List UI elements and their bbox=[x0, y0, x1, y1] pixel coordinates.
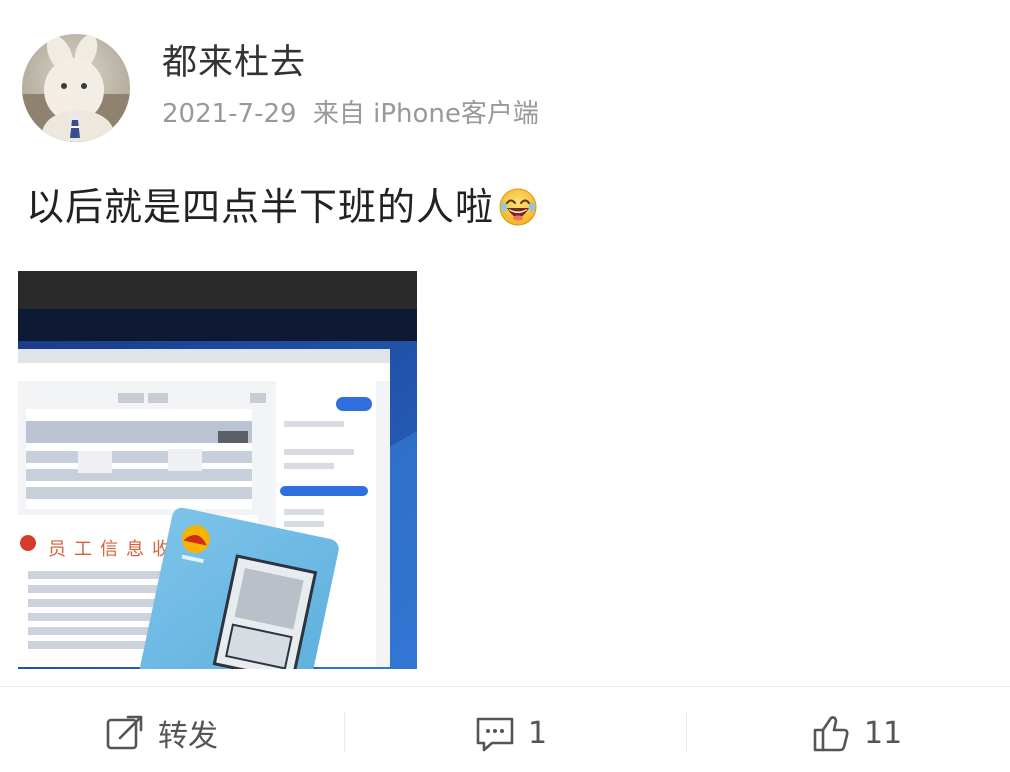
weibo-post: 都来杜去 2021-7-29 来自 iPhone客户端 以后就是四点半下班的人啦 bbox=[0, 0, 1010, 772]
avatar[interactable] bbox=[22, 34, 130, 142]
post-text: 以后就是四点半下班的人啦 bbox=[26, 185, 495, 229]
laughing-face-icon bbox=[499, 188, 537, 226]
comment-button[interactable]: 1 bbox=[474, 710, 547, 756]
post-photo[interactable]: 员工信息收 bbox=[18, 271, 417, 669]
like-count: 11 bbox=[864, 715, 903, 751]
bunny-avatar-icon bbox=[22, 34, 130, 142]
like-button[interactable]: 11 bbox=[810, 710, 902, 756]
post-date: 2021-7-29 bbox=[162, 99, 297, 129]
comment-icon bbox=[476, 717, 514, 752]
post-text-row: 以后就是四点半下班的人啦 bbox=[26, 180, 538, 234]
author-name[interactable]: 都来杜去 bbox=[162, 38, 306, 88]
post-source: 来自 iPhone客户端 bbox=[312, 99, 539, 129]
action-divider bbox=[686, 712, 687, 752]
repost-label: 转发 bbox=[158, 719, 218, 754]
footer-divider bbox=[0, 686, 1010, 687]
repost-icon bbox=[106, 715, 143, 750]
action-divider bbox=[344, 712, 345, 752]
svg-text:员工信息收: 员工信息收 bbox=[48, 539, 178, 560]
office-monitor-photo: 员工信息收 bbox=[18, 271, 417, 669]
comment-count: 1 bbox=[528, 715, 548, 751]
post-meta: 2021-7-29 来自 iPhone客户端 bbox=[162, 94, 547, 134]
repost-button[interactable]: 转发 bbox=[104, 710, 218, 756]
thumbs-up-icon bbox=[813, 716, 849, 752]
